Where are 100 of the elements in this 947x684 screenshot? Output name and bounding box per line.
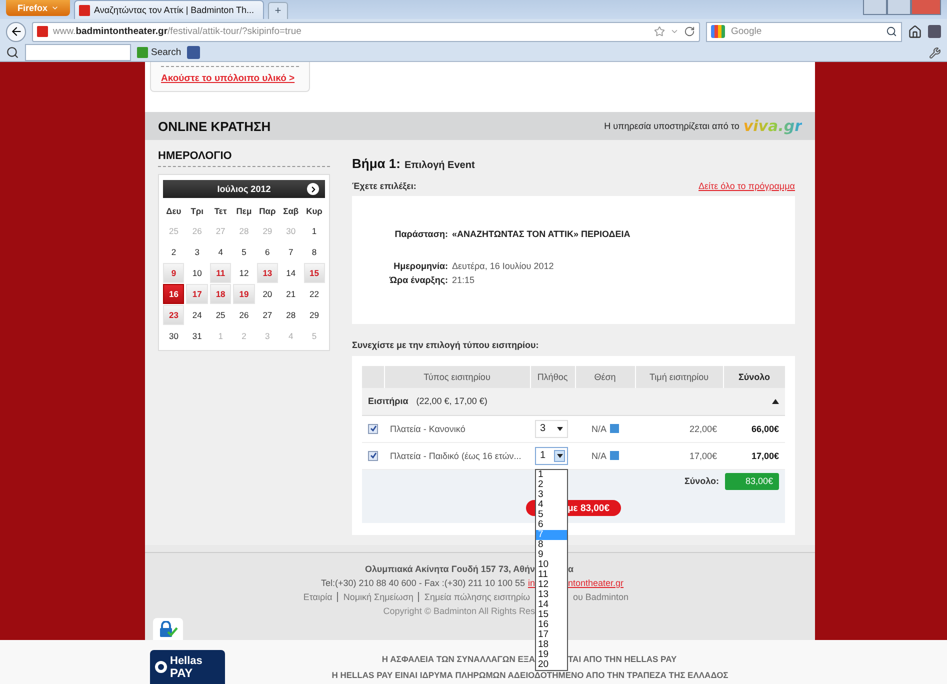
dropdown-option[interactable]: 2	[536, 480, 567, 490]
dropdown-option[interactable]: 8	[536, 540, 567, 550]
toolbar-icon[interactable]	[928, 25, 941, 38]
calendar-day[interactable]: 23	[163, 305, 184, 325]
security-notice: Η ΑΣΦΑΛΕΙΑ ΤΩΝ ΣΥΝΑΛΛΑΓΩΝ ΕΞΑ	[382, 654, 535, 664]
reload-icon[interactable]	[684, 26, 695, 38]
group-prices: (22,00 €, 17,00 €)	[416, 396, 488, 406]
weekday-label: Πεμ	[235, 205, 253, 218]
footer-link[interactable]: Εταιρία	[298, 592, 338, 602]
collapse-icon[interactable]	[772, 398, 779, 404]
dropdown-option[interactable]: 4	[536, 500, 567, 510]
dropdown-option[interactable]: 12	[536, 580, 567, 590]
weekday-label: Δευ	[165, 205, 182, 218]
restore-button[interactable]	[887, 0, 911, 15]
home-icon[interactable]	[908, 24, 922, 39]
search-icon[interactable]	[886, 26, 897, 38]
footer-text: Copyright © Badminton All Rights Res	[383, 606, 535, 616]
quantity-select[interactable]: 1	[535, 446, 568, 464]
minimize-button[interactable]	[863, 0, 887, 15]
weekday-label: Κυρ	[305, 205, 324, 218]
next-month-button[interactable]	[307, 183, 319, 195]
dropdown-option[interactable]: 14	[536, 600, 567, 610]
dropdown-option[interactable]: 15	[536, 610, 567, 620]
seat-text: N/A	[591, 424, 606, 434]
browser-tab[interactable]: Αναζητώντας τον Αττίκ | Badminton Th...	[74, 0, 264, 20]
dropdown-option[interactable]: 3	[536, 490, 567, 500]
bookmark-star-icon[interactable]	[654, 26, 665, 38]
wrench-icon[interactable]	[929, 46, 941, 58]
caret-icon	[50, 4, 58, 12]
dropdown-option[interactable]: 1	[536, 470, 567, 480]
calendar-day: 7	[280, 242, 302, 262]
calendar-day: 25	[163, 221, 184, 241]
calendar-day: 1	[304, 221, 325, 241]
new-tab-button[interactable]: +	[268, 2, 288, 20]
footer-link[interactable]: Νομική Σημείωση	[337, 592, 418, 602]
table-header-cell	[362, 366, 384, 388]
calendar-day: 4	[280, 326, 302, 346]
dropdown-option[interactable]: 17	[536, 630, 567, 640]
calendar-day: 31	[186, 326, 208, 346]
footer-link[interactable]: ntontheater.gr	[568, 578, 624, 588]
detail-label: Ημερομηνία:	[392, 261, 448, 271]
ticket-group-row[interactable]: Εισιτήρια (22,00 €, 17,00 €)	[362, 388, 785, 415]
calendar-day: 27	[256, 305, 278, 325]
calendar-day[interactable]: 15	[304, 263, 325, 283]
weekday-label: Παρ	[258, 205, 277, 218]
lock-check-icon	[158, 621, 178, 637]
toolbar-search-field[interactable]	[25, 44, 131, 61]
footer-link[interactable]: ου Badminton	[568, 592, 634, 602]
calendar-day[interactable]: 16	[163, 284, 184, 304]
license-notice: Η HELLAS PAY ΕΙΝΑΙ ΙΔΡΥΜΑ ΠΛΗΡΩΜΩΝ ΑΔΕΙΟΔΟΤΗΜΕΝΟ ΑΠΟ ΤΗΝ ΤΡΑΠΕΖΑ ΤΗΣ ΕΛΛΑΔΟΣ	[332, 670, 728, 680]
total-label: Σύνολο:	[684, 476, 719, 486]
detail-value: 21:15	[452, 275, 476, 285]
dropdown-option[interactable]: 13	[536, 590, 567, 600]
address-bar[interactable]: www.badmintontheater.gr/festival/attik-tour/?skipinfo=true	[32, 22, 700, 42]
table-cell: Πλατεία - Παιδικό (έως 16 ετών...	[384, 442, 530, 469]
calendar-day: 10	[186, 263, 208, 283]
google-icon	[711, 25, 725, 38]
ticket-type-prompt: Συνεχίστε με την επιλογή τύπου εισιτηρίου:	[352, 340, 540, 350]
dropdown-option[interactable]: 6	[536, 520, 567, 530]
footer-text: α	[568, 564, 574, 574]
table-cell: 22,00€	[635, 415, 723, 442]
calendar-day[interactable]: 17	[186, 284, 208, 304]
dropdown-option[interactable]: 20	[536, 660, 567, 670]
checkbox[interactable]	[368, 424, 378, 434]
weekday-label: Σαβ	[282, 205, 300, 218]
calendar-day: 26	[186, 221, 208, 241]
search-icon[interactable]	[6, 46, 19, 59]
dropdown-option[interactable]: 16	[536, 620, 567, 630]
favicon-icon	[79, 4, 90, 16]
back-button[interactable]	[6, 22, 26, 42]
calendar-day: 22	[304, 284, 325, 304]
calendar-day: 2	[233, 326, 255, 346]
calendar-day[interactable]: 18	[210, 284, 232, 304]
calendar-day[interactable]: 11	[210, 263, 232, 283]
dropdown-option[interactable]: 9	[536, 550, 567, 560]
calendar-day[interactable]: 19	[233, 284, 255, 304]
search-field[interactable]: Google	[706, 22, 902, 42]
footer-link[interactable]: in	[528, 578, 535, 588]
weekday-label: Τετ	[213, 205, 228, 218]
quantity-select[interactable]: 3	[535, 420, 568, 438]
checkbox[interactable]	[368, 450, 378, 460]
security-tab[interactable]	[153, 618, 183, 640]
program-link[interactable]: Δείτε όλο το πρόγραμμα	[698, 181, 795, 191]
search-button[interactable]: Search	[137, 47, 182, 58]
calendar-day: 3	[256, 326, 278, 346]
dropdown-option[interactable]: 18	[536, 640, 567, 650]
dropdown-option[interactable]: 10	[536, 560, 567, 570]
calendar-day[interactable]: 9	[163, 263, 184, 283]
calendar-day: 24	[186, 305, 208, 325]
total-amount: 83,00€	[725, 472, 779, 490]
listen-link[interactable]: Ακούστε το υπόλοιπο υλικό >	[161, 73, 295, 84]
calendar-day: 29	[256, 221, 278, 241]
dropdown-option[interactable]: 11	[536, 570, 567, 580]
calendar-day: 25	[210, 305, 232, 325]
table-cell: 17,00€	[635, 442, 723, 469]
dropdown-option[interactable]: 19	[536, 650, 567, 660]
group-label: Εισιτήρια	[368, 396, 408, 406]
weekday-label: Τρι	[190, 205, 205, 218]
calendar-day[interactable]: 13	[256, 263, 278, 283]
calendar-day: 4	[210, 242, 232, 262]
